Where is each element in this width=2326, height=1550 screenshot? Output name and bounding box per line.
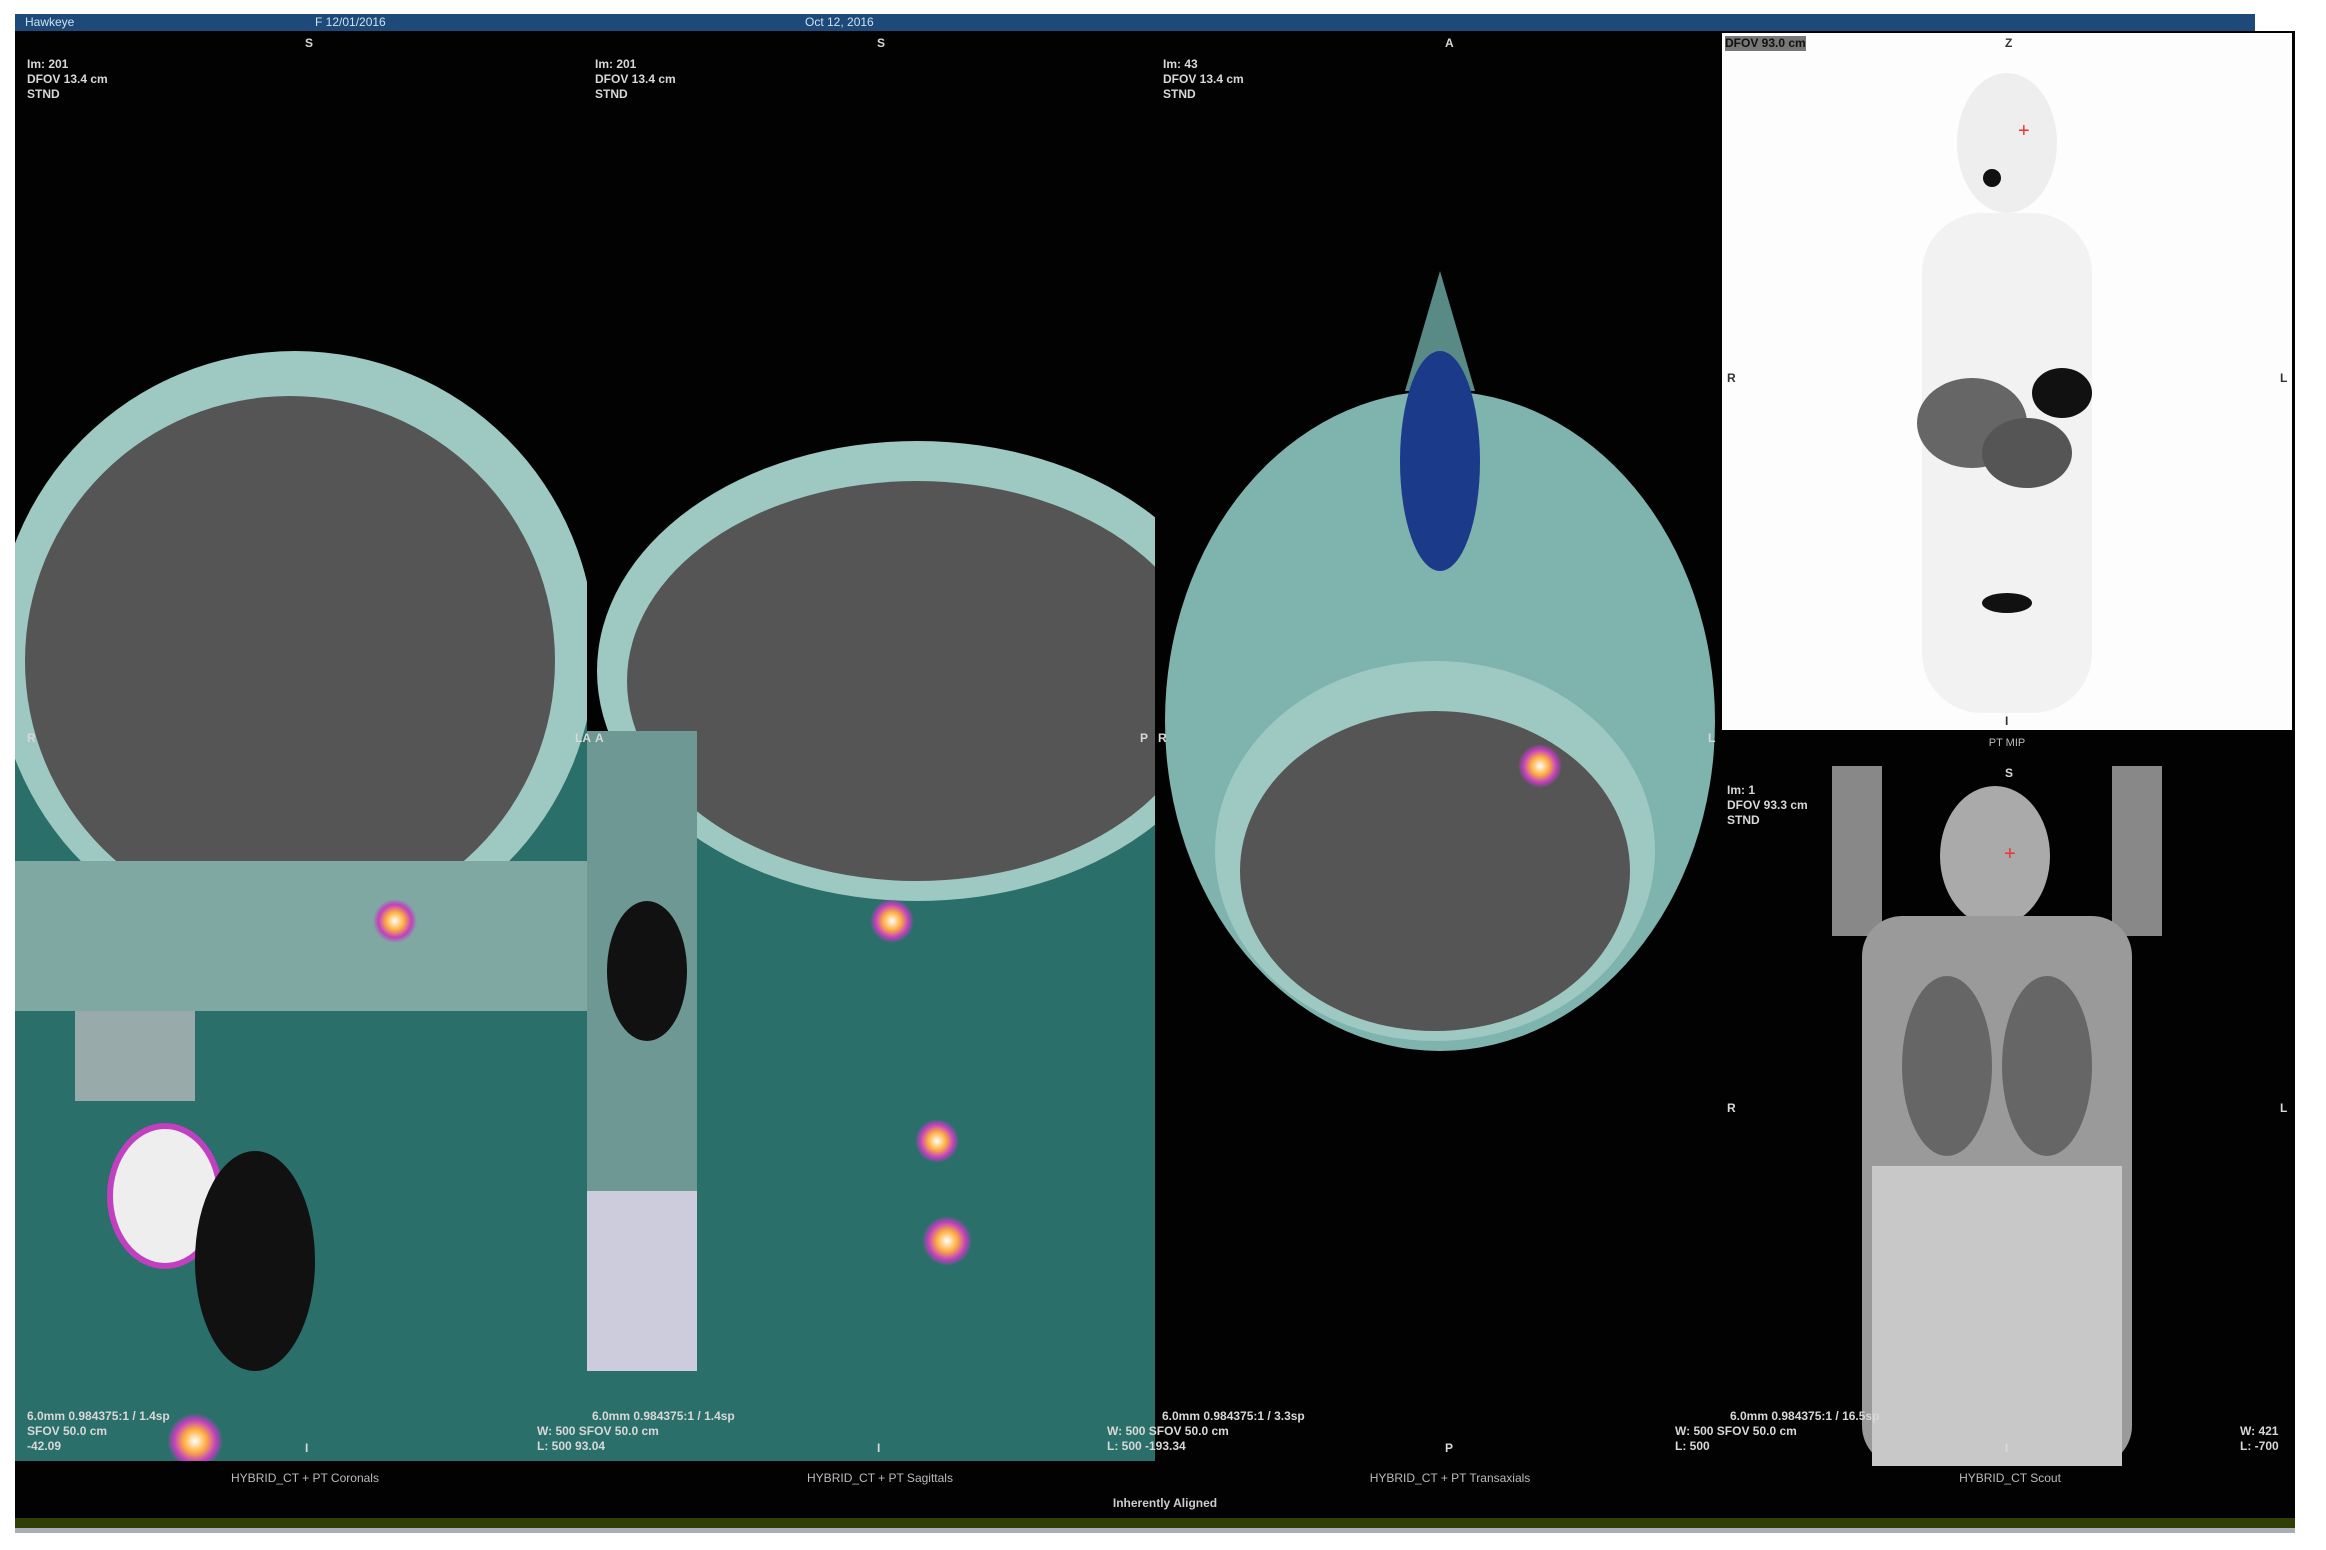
orient-top: A	[1445, 36, 1454, 50]
patient-name: Hawkeye	[25, 15, 75, 29]
orient-bottom: I	[2005, 714, 2009, 728]
orient-left: R	[1727, 371, 1736, 385]
sagittal-info: Im: 201 DFOV 13.4 cm STND	[595, 57, 676, 101]
coronal-info: Im: 201 DFOV 13.4 cm STND	[27, 57, 108, 101]
coronal-viewport[interactable]	[15, 31, 587, 1461]
orient-left: R	[27, 731, 36, 745]
orient-top: S	[305, 36, 314, 50]
title-bar: Hawkeye F 12/01/2016 Oct 12, 2016	[15, 14, 2255, 31]
sagittal-viewport[interactable]	[587, 31, 1155, 1461]
orient-left: A	[595, 731, 604, 745]
mip-dfov: DFOV 93.0 cm	[1725, 36, 1806, 51]
image-viewer: + + Im: 201 DFOV 13.4 cm STND S R LA I 6.0…	[15, 31, 2295, 1519]
orient-right: L	[2280, 371, 2288, 385]
orient-top: Z	[2005, 36, 2013, 50]
coronal-params: 6.0mm 0.984375:1 / 1.4sp SFOV 50.0 cm -42.…	[27, 1409, 170, 1453]
alignment-status: Inherently Aligned	[1112, 1496, 1218, 1510]
orient-top: S	[877, 36, 886, 50]
orient-left: R	[1727, 1101, 1736, 1115]
mip-caption: PT MIP	[1988, 737, 2026, 749]
study-date: Oct 12, 2016	[805, 15, 874, 29]
scout-info: Im: 1 DFOV 93.3 cm STND	[1727, 783, 1808, 827]
transaxial-info: Im: 43 DFOV 13.4 cm STND	[1163, 57, 1244, 101]
scout-caption: HYBRID_CT Scout	[1959, 1471, 2061, 1485]
sagittal-params: 6.0mm 0.984375:1 / 1.4sp W: 500 SFOV 50.0…	[537, 1409, 735, 1453]
pet-mip-viewport[interactable]: +	[1722, 33, 2292, 730]
coronal-image	[15, 351, 587, 1461]
orient-right: L	[1708, 731, 1716, 745]
svg-text:+: +	[2004, 843, 2016, 865]
status-bar	[15, 1518, 2295, 1528]
transaxial-image	[1165, 271, 1715, 1051]
sagittal-image	[587, 441, 1155, 1461]
ct-scout-viewport[interactable]: +	[1722, 766, 2270, 1466]
orient-top: S	[2005, 766, 2014, 780]
orient-right: LA	[575, 731, 591, 745]
scout-window: W: 421 L: -700	[2240, 1424, 2279, 1453]
sagittal-caption: HYBRID_CT + PT Sagittals	[807, 1471, 953, 1485]
patient-id: F 12/01/2016	[315, 15, 386, 29]
ct-scout-image: +	[1832, 766, 2162, 1466]
pet-mip-image: +	[1917, 73, 2092, 713]
divider	[15, 1528, 2295, 1533]
coronal-caption: HYBRID_CT + PT Coronals	[231, 1471, 379, 1485]
orient-bottom: I	[2005, 1441, 2009, 1455]
orient-bottom: I	[877, 1441, 881, 1455]
orient-right: P	[1140, 731, 1149, 745]
orient-left: R	[1158, 731, 1167, 745]
transaxial-caption: HYBRID_CT + PT Transaxials	[1369, 1471, 1531, 1485]
orient-bottom: P	[1445, 1441, 1454, 1455]
orient-bottom: I	[305, 1441, 309, 1455]
orient-right: L	[2280, 1101, 2288, 1115]
transaxial-params: 6.0mm 0.984375:1 / 3.3sp W: 500 SFOV 50.0…	[1107, 1409, 1305, 1453]
transaxial-viewport[interactable]	[1155, 31, 1720, 1461]
scout-params: 6.0mm 0.984375:1 / 16.5sp W: 500 SFOV 50.…	[1675, 1409, 1880, 1453]
svg-text:+: +	[2018, 120, 2030, 142]
